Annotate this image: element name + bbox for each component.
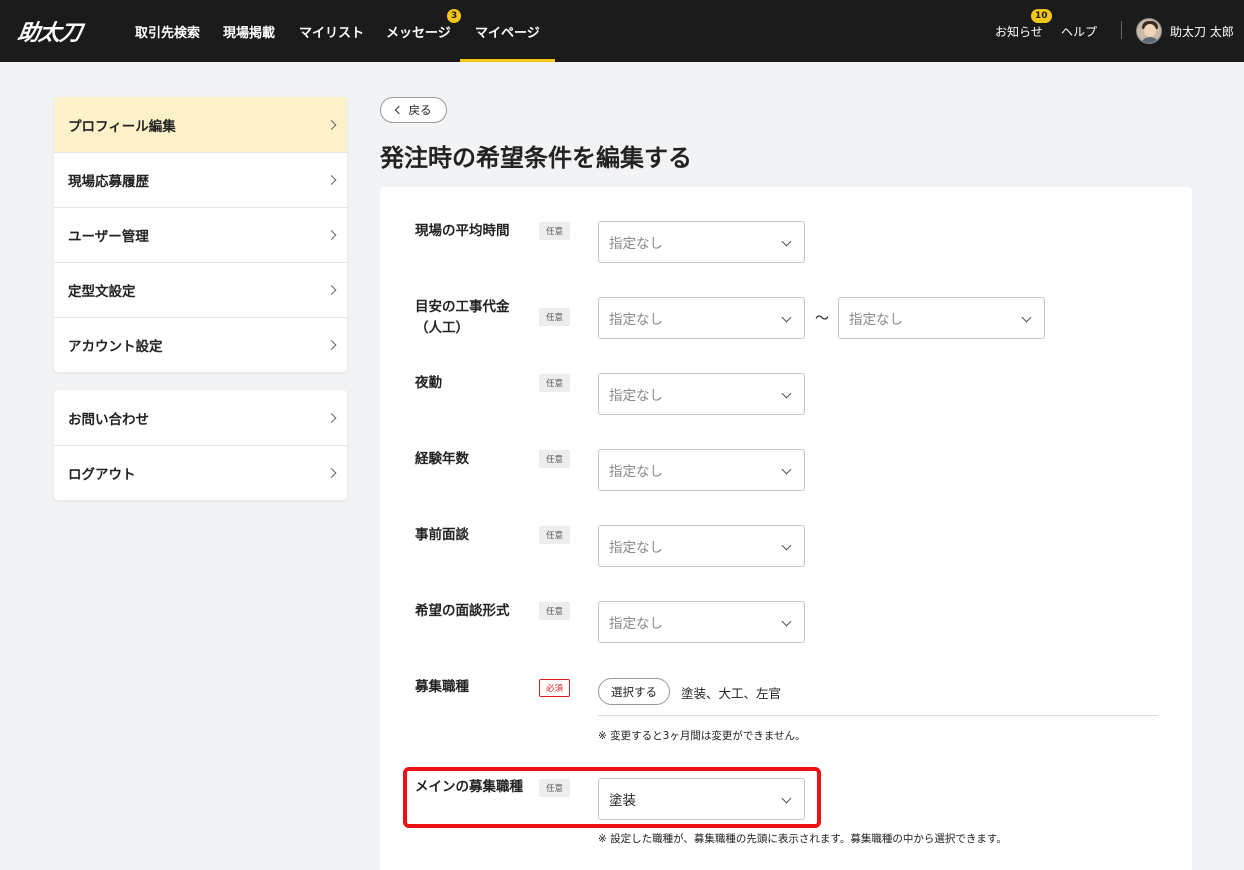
optional-tag: 任意 bbox=[539, 450, 570, 468]
chevron-down-icon bbox=[781, 312, 792, 323]
field-label-cost-line2: （人工） bbox=[415, 320, 469, 336]
sidebar-item-label: お問い合わせ bbox=[68, 411, 149, 428]
header-divider bbox=[1121, 21, 1122, 39]
app-logo[interactable]: 助太刀 bbox=[15, 16, 83, 46]
chevron-right-icon bbox=[326, 468, 337, 478]
sidebar-item-account-settings[interactable]: アカウント設定 bbox=[54, 317, 347, 372]
main-job-type-note: ※ 設定した職種が、募集職種の先頭に表示されます。募集職種の中から選択できます。 bbox=[598, 833, 1007, 845]
sidebar-item-logout[interactable]: ログアウト bbox=[54, 445, 347, 500]
sidebar-item-label: ユーザー管理 bbox=[68, 229, 149, 245]
field-label-experience: 経験年数 bbox=[415, 451, 469, 467]
chevron-right-icon bbox=[326, 175, 337, 185]
select-value: 指定なし bbox=[609, 388, 663, 404]
chevron-down-icon bbox=[781, 236, 792, 247]
select-value: 指定なし bbox=[849, 312, 903, 328]
field-label-interview-format: 希望の面談形式 bbox=[415, 603, 510, 619]
nav-messages[interactable]: メッセージ bbox=[386, 0, 451, 62]
cost-max-select[interactable]: 指定なし bbox=[838, 297, 1045, 339]
optional-tag: 任意 bbox=[539, 308, 570, 326]
interview-format-select[interactable]: 指定なし bbox=[598, 601, 805, 643]
optional-tag: 任意 bbox=[539, 602, 570, 620]
select-value: 指定なし bbox=[609, 464, 663, 480]
chevron-down-icon bbox=[781, 464, 792, 475]
sidebar-item-label: ログアウト bbox=[68, 467, 136, 483]
required-tag: 必須 bbox=[539, 679, 570, 697]
select-value: 指定なし bbox=[609, 312, 663, 328]
chevron-right-icon bbox=[326, 412, 337, 423]
field-label-job-types: 募集職種 bbox=[415, 679, 469, 695]
optional-tag: 任意 bbox=[539, 222, 570, 240]
chevron-right-icon bbox=[326, 119, 337, 130]
chevron-right-icon bbox=[326, 340, 337, 350]
range-tilde: 〜 bbox=[815, 311, 829, 327]
highlight-frame bbox=[403, 767, 821, 828]
experience-select[interactable]: 指定なし bbox=[598, 449, 805, 491]
field-label-interview: 事前面談 bbox=[415, 527, 469, 543]
user-name[interactable]: 助太刀 太郎 bbox=[1170, 0, 1234, 62]
select-value: 指定なし bbox=[609, 236, 663, 252]
sidebar-item-profile-edit[interactable]: プロフィール編集 bbox=[54, 97, 347, 152]
sidebar-item-label: アカウント設定 bbox=[68, 339, 163, 355]
top-header: 助太刀 取引先検索 現場掲載 マイリスト メッセージ 3 マイページ お知らせ … bbox=[0, 0, 1244, 62]
field-label-cost-line1: 目安の工事代金 bbox=[415, 299, 510, 315]
help-link[interactable]: ヘルプ bbox=[1061, 0, 1097, 62]
night-shift-select[interactable]: 指定なし bbox=[598, 373, 805, 415]
sidebar-item-template-settings[interactable]: 定型文設定 bbox=[54, 262, 347, 317]
nav-messages-label: メッセージ bbox=[386, 25, 451, 41]
chevron-right-icon bbox=[326, 285, 337, 295]
chevron-down-icon bbox=[781, 540, 792, 551]
back-button-label: 戻る bbox=[408, 103, 432, 117]
sidebar-item-user-management[interactable]: ユーザー管理 bbox=[54, 207, 347, 262]
nav-my-page[interactable]: マイページ bbox=[460, 0, 555, 62]
optional-tag: 任意 bbox=[539, 526, 570, 544]
optional-tag: 任意 bbox=[539, 374, 570, 392]
notice-count-badge: 10 bbox=[1031, 9, 1052, 23]
sidebar-menu-secondary: お問い合わせ ログアウト bbox=[54, 390, 347, 500]
logo-text: 助太刀 bbox=[15, 21, 83, 46]
sidebar-item-label: 定型文設定 bbox=[68, 284, 136, 300]
sidebar-menu-primary: プロフィール編集 現場応募履歴 ユーザー管理 定型文設定 アカウント設定 bbox=[54, 97, 347, 372]
nav-site-posting[interactable]: 現場掲載 bbox=[223, 0, 275, 62]
cost-min-select[interactable]: 指定なし bbox=[598, 297, 805, 339]
select-value: 指定なし bbox=[609, 616, 663, 632]
job-types-note: ※ 変更すると3ヶ月間は変更ができません。 bbox=[598, 730, 806, 742]
nav-partner-search[interactable]: 取引先検索 bbox=[135, 0, 200, 62]
back-button[interactable]: 戻る bbox=[380, 97, 447, 123]
field-label-avg-time: 現場の平均時間 bbox=[415, 223, 510, 239]
divider bbox=[598, 715, 1158, 716]
sidebar-item-contact[interactable]: お問い合わせ bbox=[54, 390, 347, 445]
sidebar-item-label: プロフィール編集 bbox=[68, 118, 176, 135]
selected-job-types: 塗装、大工、左官 bbox=[681, 686, 782, 701]
chevron-down-icon bbox=[781, 388, 792, 399]
select-value: 指定なし bbox=[609, 540, 663, 556]
field-label-cost: 目安の工事代金 （人工） bbox=[415, 297, 510, 339]
field-label-night: 夜勤 bbox=[415, 375, 442, 391]
interview-select[interactable]: 指定なし bbox=[598, 525, 805, 567]
avatar[interactable] bbox=[1136, 18, 1162, 44]
page-title: 発注時の希望条件を編集する bbox=[380, 144, 692, 172]
sidebar-item-label: 現場応募履歴 bbox=[68, 174, 149, 190]
sidebar-item-application-history[interactable]: 現場応募履歴 bbox=[54, 152, 347, 207]
nav-my-list[interactable]: マイリスト bbox=[299, 0, 364, 62]
select-job-types-button[interactable]: 選択する bbox=[598, 678, 670, 705]
message-count-badge: 3 bbox=[447, 9, 462, 23]
chevron-down-icon bbox=[1021, 312, 1032, 323]
avg-time-select[interactable]: 指定なし bbox=[598, 221, 805, 263]
chevron-left-icon bbox=[394, 105, 403, 115]
chevron-right-icon bbox=[326, 230, 337, 240]
chevron-down-icon bbox=[781, 616, 792, 627]
